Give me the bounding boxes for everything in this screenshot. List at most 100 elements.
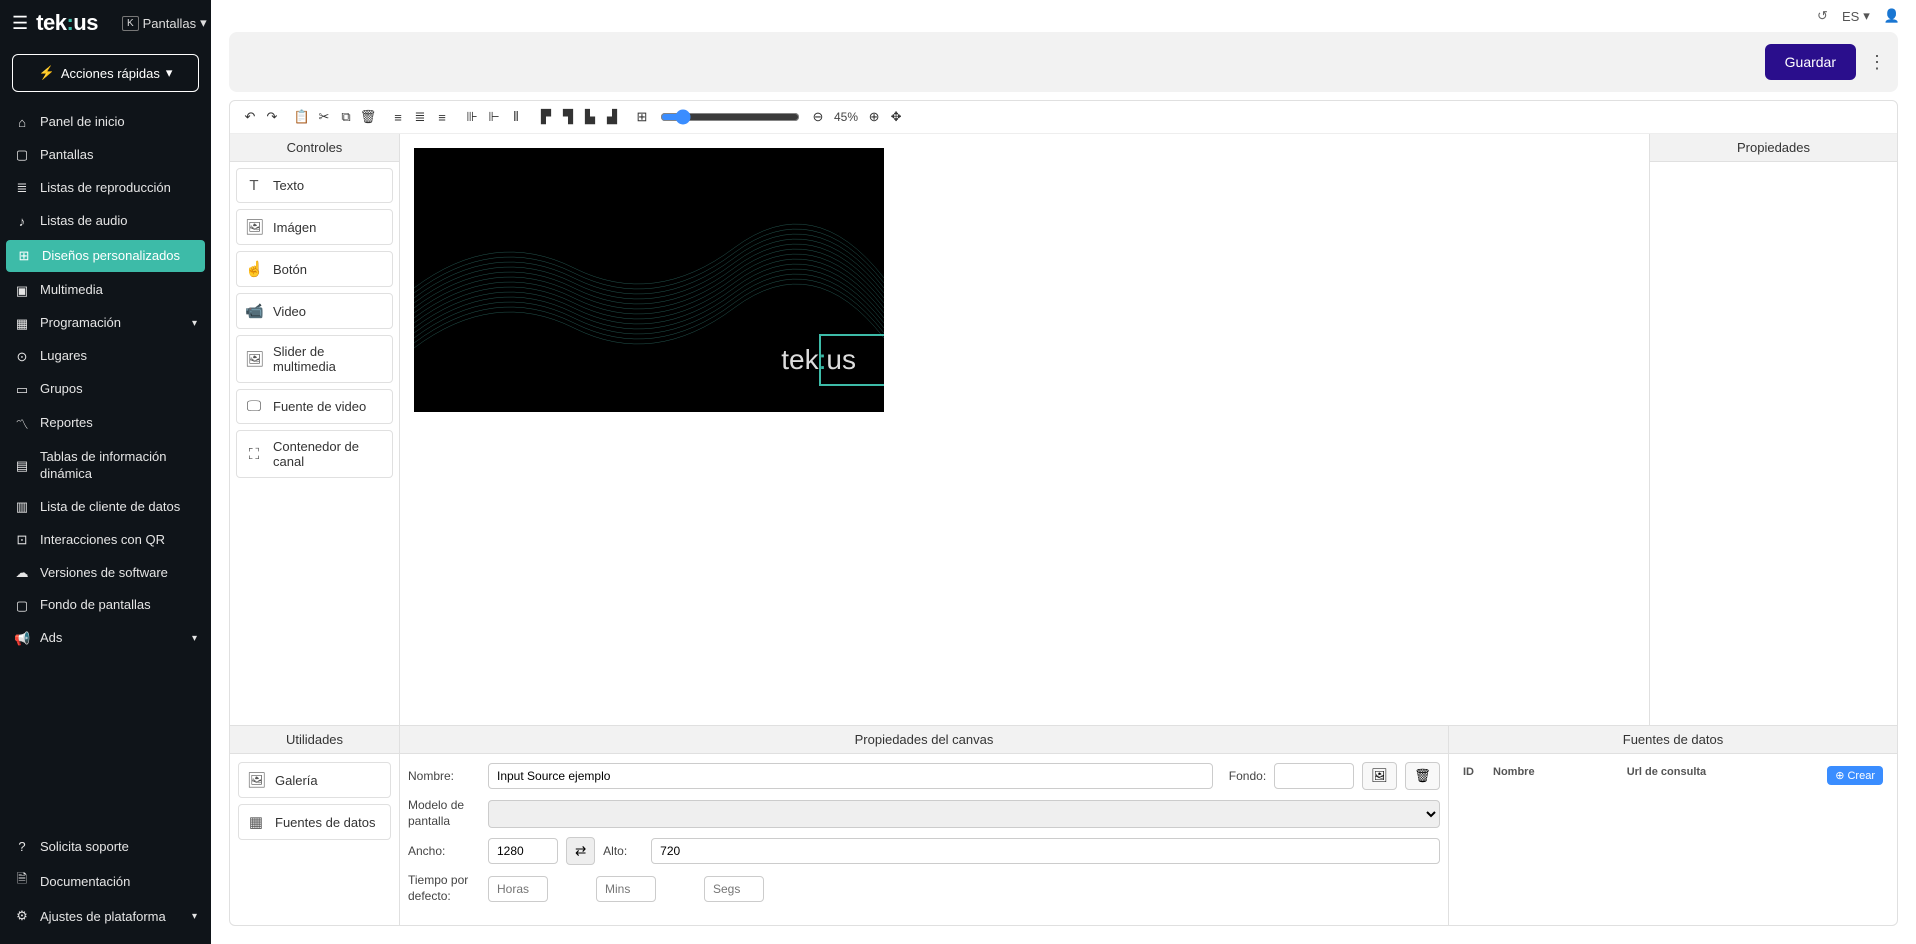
fondo-delete-button[interactable]: 🗑	[1405, 762, 1440, 790]
redo-icon[interactable]: ↷	[262, 107, 282, 127]
control-item[interactable]: 🖼Slider de multimedia	[236, 335, 393, 383]
save-button[interactable]: Guardar	[1765, 44, 1856, 80]
nav-item[interactable]: ⊡ Interacciones con QR	[0, 524, 211, 557]
nav-icon: ▭	[14, 382, 30, 398]
bottom-panels: Utilidades 🖼Galería▦Fuentes de datos Pro…	[230, 725, 1897, 925]
nav-label: Pantallas	[40, 147, 93, 164]
nav-item[interactable]: ▥Lista de cliente de datos	[0, 491, 211, 524]
utilities-panel: Utilidades 🖼Galería▦Fuentes de datos	[230, 726, 400, 925]
spacing-icon[interactable]: ⫴	[506, 107, 526, 127]
canvas-preview[interactable]: tek:us	[414, 148, 884, 412]
mins-input[interactable]	[596, 876, 656, 902]
grid-icon[interactable]: ⊞	[632, 107, 652, 127]
canvas-properties-title: Propiedades del canvas	[400, 726, 1448, 754]
bring-front-icon[interactable]: ▛	[536, 107, 556, 127]
zoom-out-icon[interactable]: ⊖	[808, 107, 828, 127]
nav-item[interactable]: 〽Reportes	[0, 406, 211, 441]
create-data-source-button[interactable]: ⊕ Crear	[1827, 766, 1883, 785]
nav-item[interactable]: 📢Ads▾	[0, 622, 211, 655]
control-item[interactable]: ☝Botón	[236, 251, 393, 287]
swap-dimensions-button[interactable]: ⇄	[566, 837, 595, 865]
undo-icon[interactable]: ↶	[240, 107, 260, 127]
nav-icon: ▦	[14, 316, 30, 332]
align-left-icon[interactable]: ≡	[388, 107, 408, 127]
history-icon[interactable]: ↺	[1817, 8, 1828, 24]
control-icon: 🖵	[245, 398, 263, 415]
nav-label: Lugares	[40, 348, 87, 365]
nav-label: Tablas de información dinámica	[40, 449, 197, 483]
nav-footer-item[interactable]: ⚙Ajustes de plataforma▾	[0, 900, 211, 932]
nav-item[interactable]: ▢Fondo de pantallas	[0, 589, 211, 622]
properties-panel: Propiedades	[1649, 134, 1897, 725]
nav-icon: ⊡	[14, 532, 30, 548]
nav-item[interactable]: ▢Pantallas	[0, 139, 211, 172]
fondo-label: Fondo:	[1229, 769, 1266, 783]
nav-icon: ▤	[14, 458, 30, 474]
utilities-list: 🖼Galería ▦Fuentes de datos	[230, 754, 399, 925]
modelo-select[interactable]	[488, 800, 1440, 828]
control-item[interactable]: 🖵Fuente de video	[236, 389, 393, 424]
nav-icon: 📢	[14, 631, 30, 647]
data-sources-title: Fuentes de datos	[1449, 726, 1897, 754]
workspace-selector[interactable]: K Pantallas ▾	[122, 15, 207, 31]
menu-icon[interactable]: ☰	[12, 13, 28, 34]
alto-input[interactable]	[651, 838, 1440, 864]
bring-forward-icon[interactable]: ▜	[558, 107, 578, 127]
col-nombre: Nombre	[1493, 766, 1627, 785]
nav-icon: ♪	[14, 214, 30, 229]
nav-footer-item[interactable]: ?Solicita soporte	[0, 831, 211, 862]
more-options-icon[interactable]: ⋮	[1868, 52, 1886, 73]
nav-item[interactable]: ▭Grupos	[0, 373, 211, 406]
nav-item[interactable]: ≣Listas de reproducción	[0, 172, 211, 205]
utility-item[interactable]: ▦Fuentes de datos	[238, 804, 391, 840]
control-icon: 📹	[245, 302, 263, 320]
control-item[interactable]: 🖼Imágen	[236, 209, 393, 245]
control-item[interactable]: 📹Video	[236, 293, 393, 329]
fondo-pick-button[interactable]: 🖼	[1362, 762, 1397, 790]
control-label: Imágen	[273, 220, 316, 235]
lang-selector[interactable]: ES ▾	[1842, 8, 1870, 24]
nav-item[interactable]: ▤ Tablas de información dinámica	[0, 441, 211, 491]
fondo-input[interactable]	[1274, 763, 1354, 789]
delete-icon[interactable]: 🗑	[358, 107, 378, 127]
utility-item[interactable]: 🖼Galería	[238, 762, 391, 798]
nav-label: Listas de audio	[40, 213, 127, 230]
control-label: Texto	[273, 178, 304, 193]
cut-icon[interactable]: ✂	[314, 107, 334, 127]
nav-item[interactable]: ▦Programación▾	[0, 307, 211, 340]
control-item[interactable]: ⛶Contenedor de canal	[236, 430, 393, 478]
nav-label: Ajustes de plataforma	[40, 909, 166, 924]
control-item[interactable]: TTexto	[236, 168, 393, 203]
modelo-label: Modelo de pantalla	[408, 798, 480, 829]
segs-input[interactable]	[704, 876, 764, 902]
canvas-area[interactable]: tek:us	[400, 134, 1649, 725]
distribute-v-icon[interactable]: ⊩	[484, 107, 504, 127]
nav-icon: ▥	[14, 499, 30, 515]
controls-list: TTexto 🖼Imágen ☝Botón 📹Video 🖼Slider de mult…	[230, 162, 399, 725]
nav-item[interactable]: ⌂Panel de inicio	[0, 106, 211, 139]
alto-label: Alto:	[603, 844, 643, 858]
horas-input[interactable]	[488, 876, 548, 902]
align-center-icon[interactable]: ≣	[410, 107, 430, 127]
move-icon[interactable]: ✥	[886, 107, 906, 127]
zoom-in-icon[interactable]: ⊕	[864, 107, 884, 127]
nav-item[interactable]: ☁Versiones de software	[0, 557, 211, 590]
zoom-slider[interactable]	[660, 109, 800, 125]
distribute-h-icon[interactable]: ⊪	[462, 107, 482, 127]
nombre-input[interactable]	[488, 763, 1213, 789]
user-icon[interactable]: 👤	[1884, 8, 1900, 24]
copy-icon[interactable]: ⧉	[336, 107, 356, 127]
align-right-icon[interactable]: ≡	[432, 107, 452, 127]
nav-item[interactable]: ♪ Listas de audio	[0, 205, 211, 238]
quick-actions-button[interactable]: ⚡ Acciones rápidas ▾	[12, 54, 199, 92]
chevron-down-icon: ▾	[200, 15, 207, 31]
nav-item[interactable]: ⊙Lugares	[0, 340, 211, 373]
send-back-icon[interactable]: ▟	[602, 107, 622, 127]
paste-icon[interactable]: 📋	[292, 107, 312, 127]
ancho-input[interactable]	[488, 838, 558, 864]
nav-item[interactable]: ⊞Diseños personalizados	[6, 240, 205, 273]
nav-item[interactable]: ▣Multimedia	[0, 274, 211, 307]
nav-label: Interacciones con QR	[40, 532, 165, 549]
nav-footer-item[interactable]: 🗎Documentación	[0, 862, 211, 900]
send-backward-icon[interactable]: ▙	[580, 107, 600, 127]
